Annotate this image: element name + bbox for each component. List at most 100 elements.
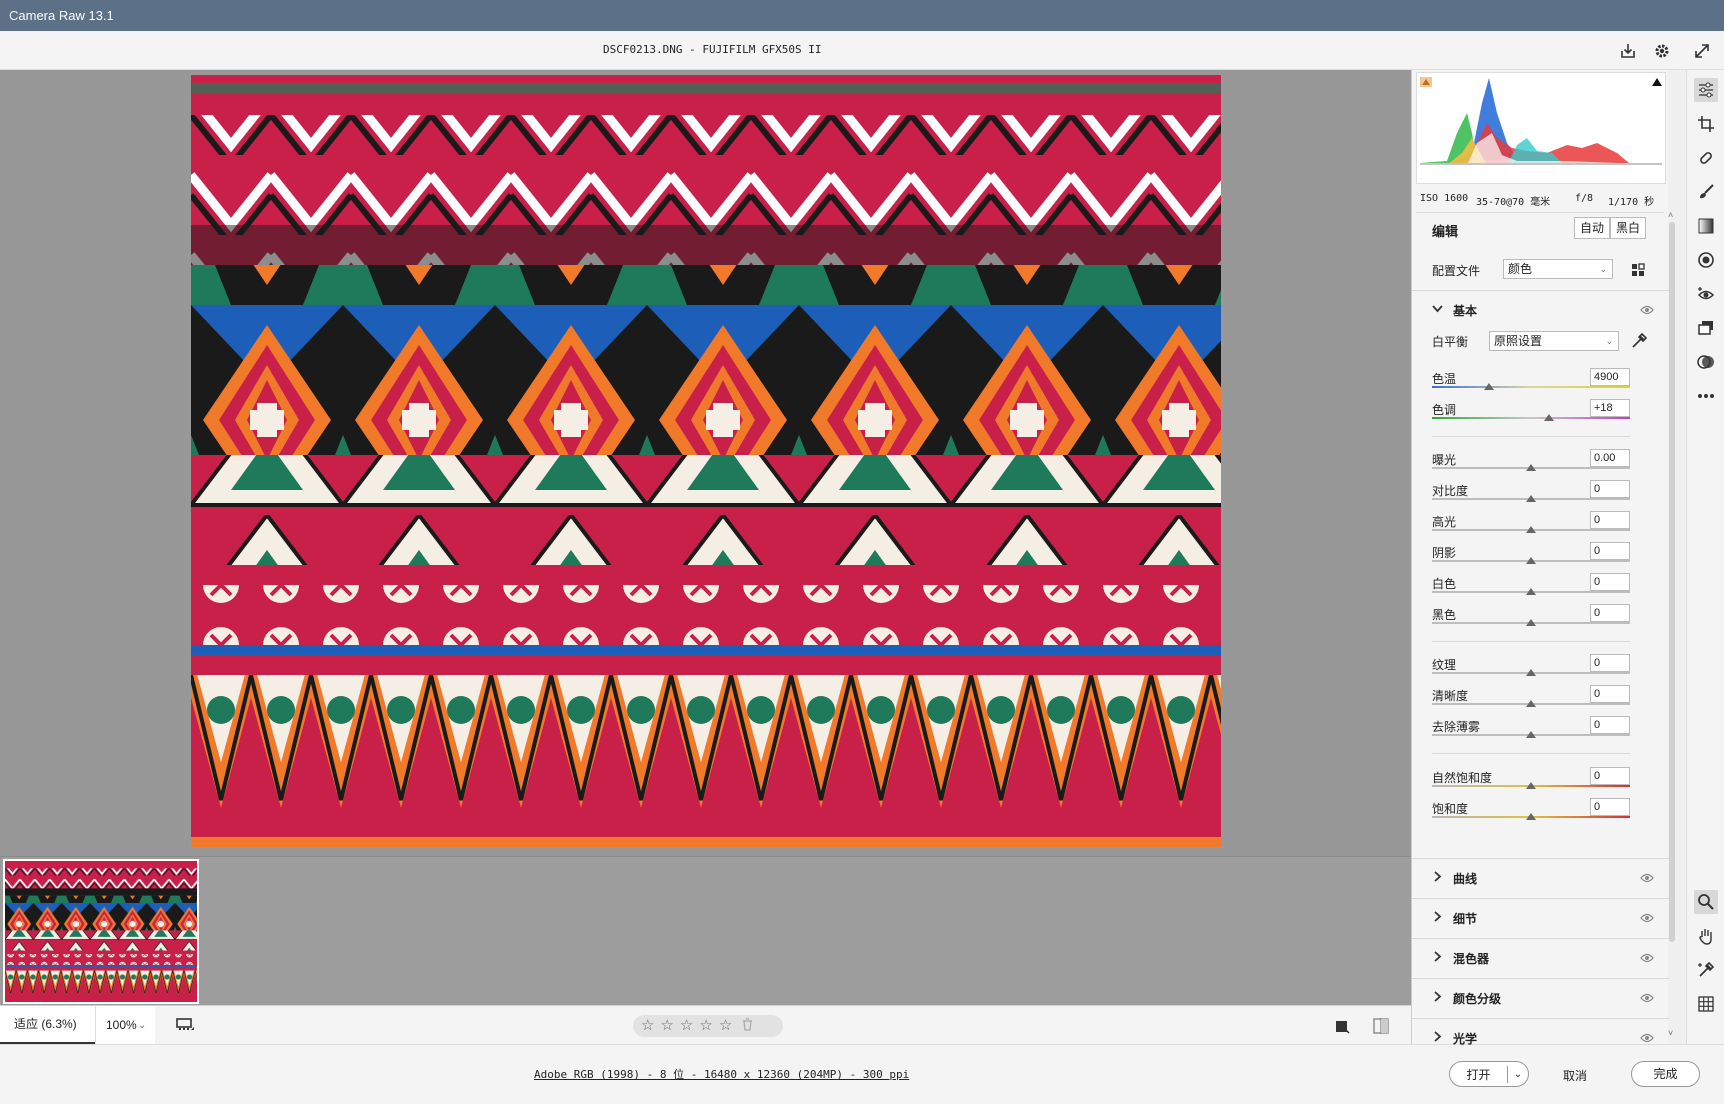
visibility-eye-icon[interactable]: [1640, 1031, 1654, 1046]
slider-value-input[interactable]: 0.00: [1590, 449, 1630, 467]
slider-handle[interactable]: [1526, 700, 1536, 707]
radial-filter-icon[interactable]: [1694, 248, 1718, 272]
open-button[interactable]: 打开 ⌄: [1449, 1061, 1529, 1087]
slider-handle[interactable]: [1526, 588, 1536, 595]
hand-tool-icon[interactable]: [1694, 924, 1718, 948]
visibility-eye-icon[interactable]: [1640, 991, 1654, 1006]
slider-value-input[interactable]: 0: [1590, 798, 1630, 816]
slider-value-input[interactable]: 0: [1590, 573, 1630, 591]
scrollbar-thumb[interactable]: [1669, 222, 1675, 942]
profile-browser-icon[interactable]: [1630, 262, 1646, 281]
adjustment-brush-icon[interactable]: [1694, 180, 1718, 204]
profile-select[interactable]: 颜色 ⌄: [1503, 259, 1613, 279]
chevron-right-icon[interactable]: [1432, 871, 1443, 885]
divider: [1416, 212, 1664, 213]
star-rating[interactable]: ☆ ☆ ☆ ☆ ☆: [633, 1015, 783, 1037]
crop-icon[interactable]: [1694, 112, 1718, 136]
visibility-eye-icon[interactable]: [1640, 951, 1654, 966]
image-preview-area[interactable]: [0, 70, 1411, 856]
slider-value-input[interactable]: 0: [1590, 542, 1630, 560]
slider-handle[interactable]: [1526, 526, 1536, 533]
slider-value-input[interactable]: +18: [1590, 399, 1630, 417]
section-color-mixer[interactable]: 混色器: [1412, 938, 1669, 976]
zoom-tool-icon[interactable]: [1694, 890, 1718, 914]
slider-handle[interactable]: [1526, 669, 1536, 676]
healing-brush-icon[interactable]: [1694, 146, 1718, 170]
section-curves[interactable]: 曲线: [1412, 858, 1669, 896]
star-icon[interactable]: ☆: [699, 1015, 712, 1037]
highlight-clipping-warning-icon[interactable]: [1651, 75, 1663, 90]
slider-value-input[interactable]: 0: [1590, 604, 1630, 622]
chevron-down-icon[interactable]: ⌄: [1508, 1069, 1528, 1080]
photo-preview[interactable]: [191, 75, 1221, 847]
split-view-icon[interactable]: [1372, 1017, 1390, 1038]
slider-value-input[interactable]: 4900: [1590, 368, 1630, 386]
panel-scrollbar[interactable]: ˄ ˅: [1668, 210, 1676, 1040]
red-eye-icon[interactable]: [1694, 282, 1718, 306]
white-balance-eyedropper-icon[interactable]: [1630, 332, 1648, 353]
slider-handle[interactable]: [1484, 383, 1495, 390]
chevron-down-icon[interactable]: [1432, 303, 1443, 317]
save-image-icon[interactable]: [1617, 40, 1639, 62]
slider-handle[interactable]: [1526, 464, 1536, 471]
histogram: [1416, 72, 1666, 184]
slider-value-input[interactable]: 0: [1590, 511, 1630, 529]
slider-handle[interactable]: [1543, 414, 1554, 421]
star-icon[interactable]: ☆: [660, 1015, 673, 1037]
visibility-eye-icon[interactable]: [1640, 871, 1654, 886]
edit-sliders-icon[interactable]: [1694, 78, 1718, 102]
zoom-fit-button[interactable]: 适应 (6.3%): [0, 1006, 95, 1045]
snapshots-icon[interactable]: [1694, 316, 1718, 340]
color-sampler-icon[interactable]: [1694, 958, 1718, 982]
section-title: 基本: [1453, 304, 1478, 318]
more-options-icon[interactable]: [1694, 384, 1718, 408]
auto-button[interactable]: 自动: [1574, 217, 1611, 239]
trash-icon[interactable]: [742, 1018, 753, 1034]
done-button[interactable]: 完成: [1631, 1061, 1700, 1087]
slider-value-input[interactable]: 0: [1590, 716, 1630, 734]
cancel-button[interactable]: 取消: [1563, 1067, 1587, 1084]
before-after-toggle-icon[interactable]: [1334, 1018, 1350, 1037]
workflow-options-link[interactable]: Adobe RGB (1998) - 8 位 - 16480 x 12360 (…: [534, 1066, 909, 1082]
settings-gear-icon[interactable]: [1651, 40, 1673, 62]
slider-handle[interactable]: [1526, 731, 1536, 738]
graduated-filter-icon[interactable]: [1694, 214, 1718, 238]
star-icon[interactable]: ☆: [719, 1015, 732, 1037]
slider-handle[interactable]: [1526, 813, 1536, 820]
chevron-right-icon[interactable]: [1432, 991, 1443, 1005]
chevron-right-icon[interactable]: [1432, 1031, 1443, 1045]
scroll-up-icon[interactable]: ˄: [1668, 210, 1673, 220]
slider-value-input[interactable]: 0: [1590, 767, 1630, 785]
slider-handle[interactable]: [1526, 557, 1536, 564]
visibility-eye-icon[interactable]: [1640, 911, 1654, 926]
white-balance-select[interactable]: 原照设置 ⌄: [1489, 331, 1619, 351]
chevron-right-icon[interactable]: [1432, 951, 1443, 965]
black-white-button[interactable]: 黑白: [1610, 217, 1647, 239]
section-color-grading[interactable]: 颜色分级: [1412, 978, 1669, 1016]
chevron-right-icon[interactable]: [1432, 911, 1443, 925]
section-basic[interactable]: 基本: [1412, 290, 1669, 328]
filmstrip-view-icon[interactable]: [176, 1017, 196, 1036]
slider-track[interactable]: [1432, 417, 1630, 419]
slider-handle[interactable]: [1526, 495, 1536, 502]
open-button-label[interactable]: 打开: [1450, 1065, 1508, 1083]
section-optics[interactable]: 光学: [1412, 1018, 1669, 1046]
section-detail[interactable]: 细节: [1412, 898, 1669, 936]
slider-track[interactable]: [1432, 386, 1630, 388]
slider-handle[interactable]: [1526, 619, 1536, 626]
slider-label: 高光: [1432, 515, 1457, 529]
scroll-down-icon[interactable]: ˅: [1668, 1028, 1673, 1038]
fullscreen-icon[interactable]: [1691, 40, 1713, 62]
slider-value-input[interactable]: 0: [1590, 685, 1630, 703]
filmstrip-thumbnail[interactable]: [3, 859, 199, 1004]
presets-icon[interactable]: [1694, 350, 1718, 374]
star-icon[interactable]: ☆: [680, 1015, 693, 1037]
slider-value-input[interactable]: 0: [1590, 654, 1630, 672]
slider-value-input[interactable]: 0: [1590, 480, 1630, 498]
zoom-dropdown-icon[interactable]: ⌄: [138, 1020, 146, 1031]
grid-overlay-icon[interactable]: [1694, 992, 1718, 1016]
star-icon[interactable]: ☆: [641, 1015, 654, 1037]
shadow-clipping-warning-icon[interactable]: [1420, 75, 1432, 90]
visibility-eye-icon[interactable]: [1640, 303, 1654, 318]
slider-handle[interactable]: [1526, 782, 1536, 789]
